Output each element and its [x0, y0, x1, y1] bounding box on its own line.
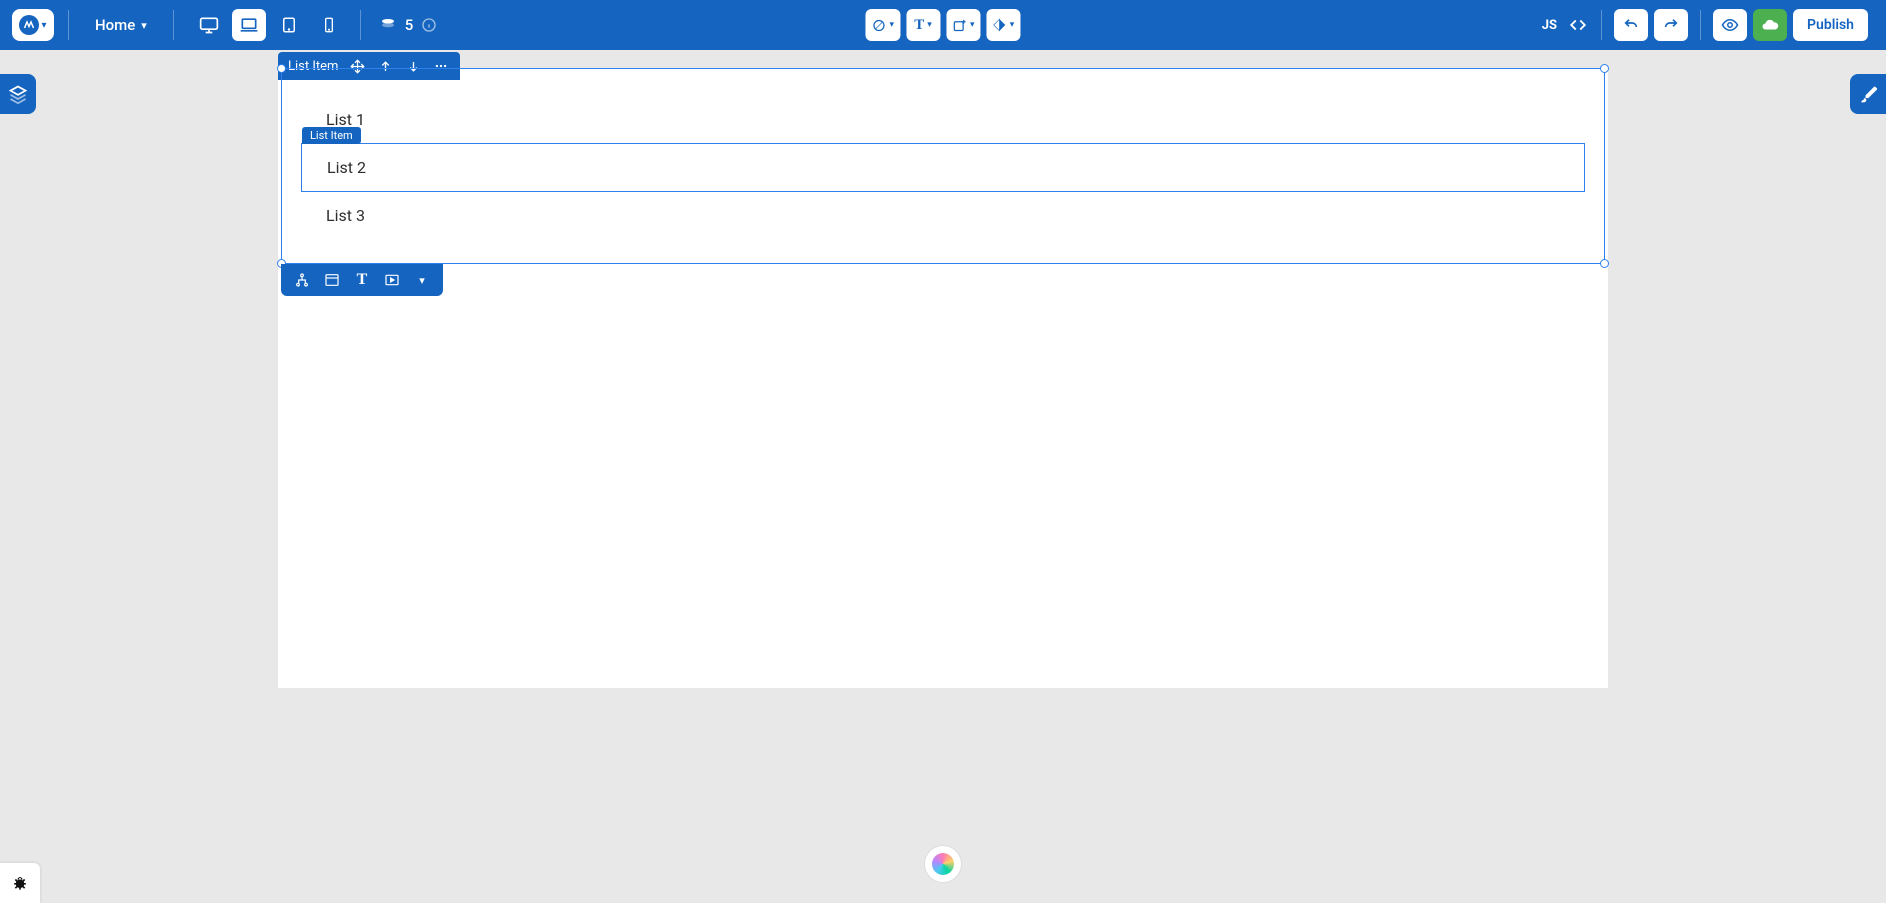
undo-button[interactable]: [1614, 9, 1648, 41]
code-button[interactable]: [1567, 16, 1589, 34]
counter-value: 5: [405, 16, 414, 34]
list-item[interactable]: List Item List 2: [301, 143, 1585, 192]
divider: [360, 10, 361, 40]
publish-label: Publish: [1807, 17, 1854, 33]
text-icon: T: [357, 271, 368, 289]
selection-context-bar: List Item: [278, 52, 460, 80]
layout-icon: [324, 272, 340, 288]
divider: [1601, 10, 1602, 40]
target-icon: [871, 18, 886, 33]
app-logo-icon: [19, 15, 39, 35]
chevron-down-icon: ▾: [889, 20, 894, 30]
database-icon: [379, 16, 397, 34]
chevron-down-icon: ▾: [141, 19, 147, 32]
divider: [173, 10, 174, 40]
laptop-icon: [239, 15, 259, 35]
assistant-button[interactable]: [924, 845, 962, 883]
element-style-tools: ▾ T ▾ ▾ ▾: [865, 9, 1020, 41]
insert-media-button[interactable]: [383, 272, 401, 288]
move-button[interactable]: [348, 57, 366, 75]
page-selector[interactable]: Home ▾: [83, 16, 159, 34]
tablet-icon: [280, 15, 298, 35]
redo-icon: [1663, 17, 1679, 33]
mobile-button[interactable]: [312, 9, 346, 41]
move-up-button[interactable]: [376, 57, 394, 75]
divider: [1700, 10, 1701, 40]
js-label[interactable]: JS: [1542, 18, 1561, 33]
list-item[interactable]: List 1: [326, 96, 1560, 143]
more-options-button[interactable]: [432, 57, 450, 75]
layout-tool-button[interactable]: ▾: [946, 9, 981, 41]
text-icon: T: [914, 17, 924, 34]
preview-button[interactable]: [1713, 9, 1747, 41]
page-name-label: Home: [95, 16, 135, 34]
style-tool-button[interactable]: ▾: [865, 9, 900, 41]
divider: [68, 10, 69, 40]
selection-label: List Item: [288, 59, 338, 74]
data-counter[interactable]: 5: [379, 16, 438, 34]
insert-text-button[interactable]: T: [353, 271, 371, 289]
chevron-down-icon: ▾: [970, 20, 975, 30]
insert-block-button[interactable]: [323, 272, 341, 288]
top-toolbar: ▾ Home ▾ 5 ▾ T ▾: [0, 0, 1886, 50]
monitor-icon: [199, 15, 219, 35]
publish-button[interactable]: Publish: [1793, 9, 1868, 41]
save-button[interactable]: [1753, 9, 1787, 41]
right-controls: JS Publish: [1542, 9, 1868, 41]
code-icon: [1567, 16, 1589, 34]
device-breakpoint-group: [192, 9, 346, 41]
color-tool-button[interactable]: ▾: [987, 9, 1021, 41]
cloud-check-icon: [1761, 16, 1779, 34]
list-element[interactable]: List 1 List Item List 2 List 3: [278, 68, 1608, 259]
chevron-down-icon: ▾: [1010, 20, 1015, 30]
chevron-down-icon: ▾: [419, 274, 425, 287]
desktop-button[interactable]: [232, 9, 266, 41]
debug-button[interactable]: [0, 863, 40, 903]
redo-button[interactable]: [1654, 9, 1688, 41]
assistant-icon: [932, 853, 954, 875]
eye-icon: [1721, 16, 1739, 34]
chevron-down-icon: ▾: [927, 20, 932, 30]
insert-component-button[interactable]: [293, 272, 311, 288]
canvas-area: List Item List 1: [0, 50, 1886, 903]
chevron-down-icon: ▾: [41, 20, 46, 31]
insert-expand-button[interactable]: ▾: [413, 274, 431, 287]
ellipsis-icon: [433, 59, 449, 73]
resize-handle[interactable]: [1600, 259, 1609, 268]
desktop-large-button[interactable]: [192, 9, 226, 41]
move-icon: [350, 59, 365, 74]
list-item[interactable]: List 3: [326, 192, 1560, 239]
undo-icon: [1623, 17, 1639, 33]
arrow-down-icon: [407, 60, 420, 73]
move-down-button[interactable]: [404, 57, 422, 75]
list-item-text: List 3: [326, 206, 365, 225]
hierarchy-icon: [294, 272, 310, 288]
arrow-up-icon: [379, 60, 392, 73]
info-icon: [421, 17, 437, 33]
insert-element-bar: T ▾: [281, 264, 443, 296]
media-icon: [384, 272, 400, 288]
typography-tool-button[interactable]: T ▾: [906, 9, 940, 41]
hover-element-tag: List Item: [302, 127, 361, 144]
tablet-button[interactable]: [272, 9, 306, 41]
list-item-text: List 2: [327, 158, 366, 177]
add-container-icon: [952, 18, 967, 33]
app-menu-button[interactable]: ▾: [12, 9, 54, 41]
bug-icon: [10, 873, 30, 893]
mobile-icon: [321, 15, 337, 35]
page-root[interactable]: List Item List 1: [278, 68, 1608, 688]
diamond-icon: [993, 18, 1007, 32]
